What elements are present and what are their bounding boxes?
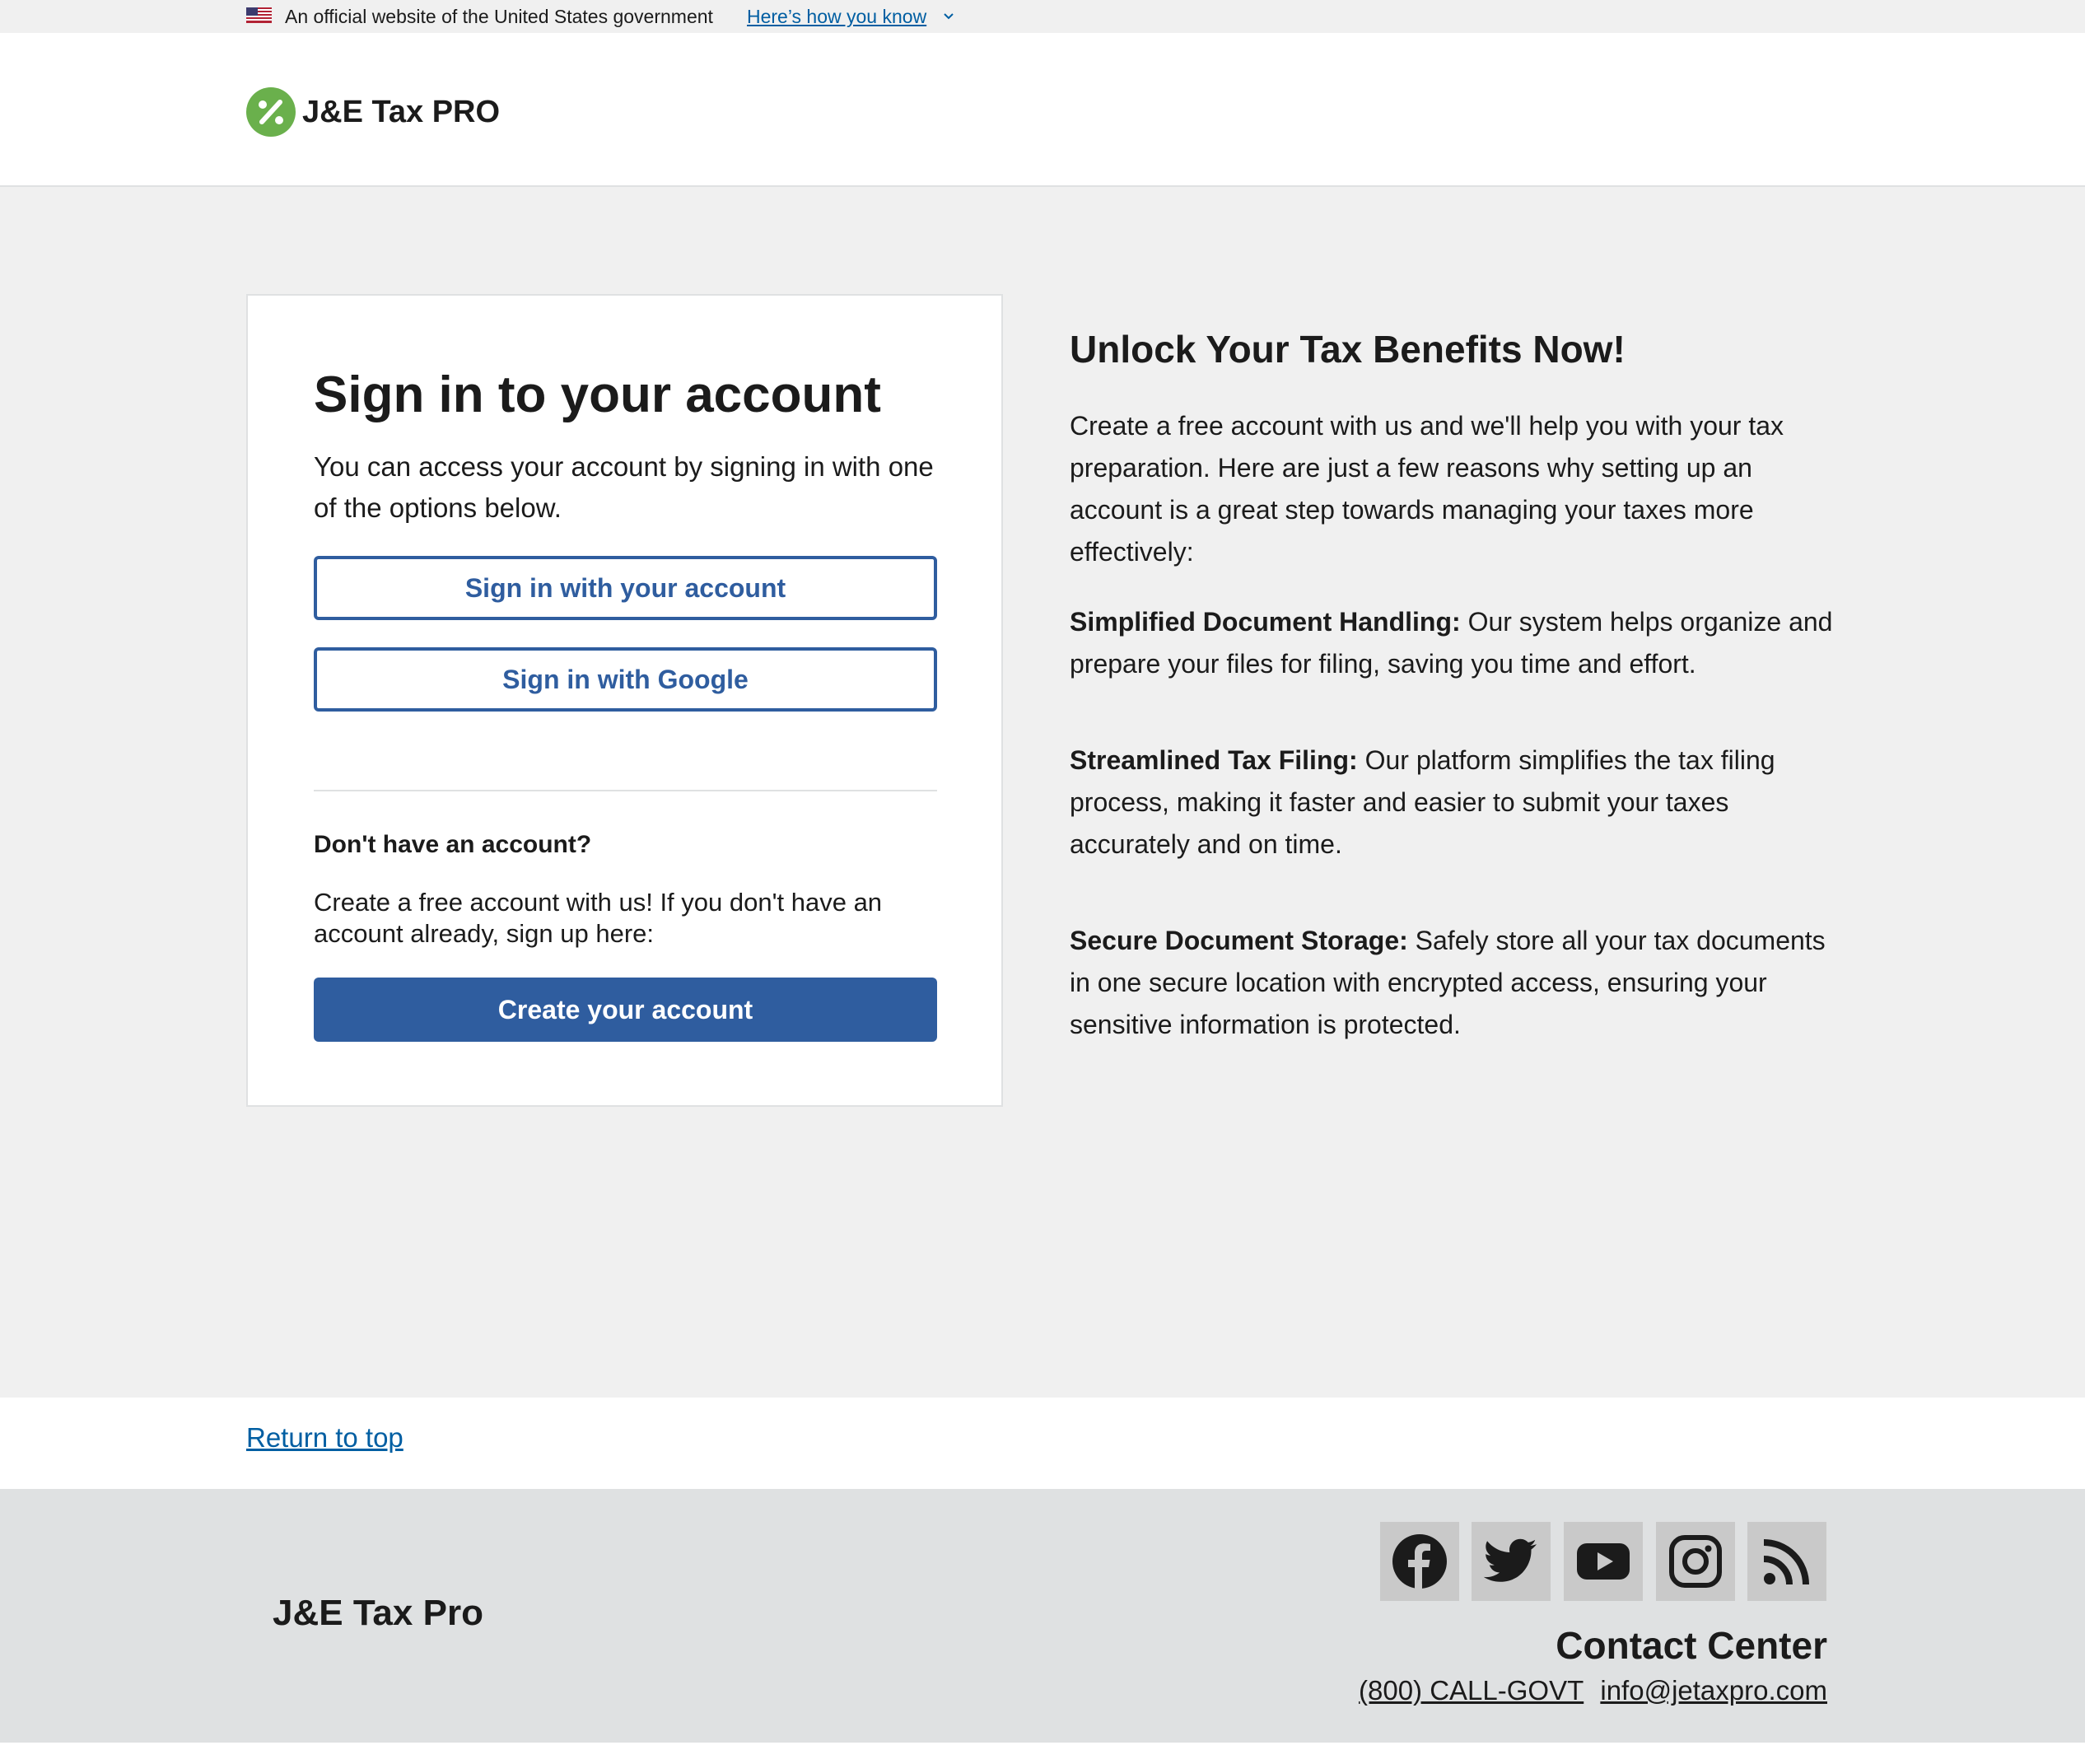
twitter-link[interactable] xyxy=(1472,1522,1551,1601)
return-to-top-band: Return to top xyxy=(0,1398,2085,1489)
logo-text[interactable]: J&E Tax PRO xyxy=(302,87,500,137)
benefit-title: Secure Document Storage: xyxy=(1070,926,1408,955)
rss-icon xyxy=(1763,1539,1809,1585)
youtube-icon xyxy=(1577,1543,1630,1580)
signin-google-button[interactable]: Sign in with Google xyxy=(314,647,937,712)
create-account-button[interactable]: Create your account xyxy=(314,978,937,1042)
rss-link[interactable] xyxy=(1747,1522,1826,1601)
benefit-item: Simplified Document Handling: Our system… xyxy=(1070,601,1835,685)
phone-link[interactable]: (800) CALL-GOVT xyxy=(1359,1675,1584,1706)
facebook-icon xyxy=(1392,1534,1447,1589)
youtube-link[interactable] xyxy=(1564,1522,1643,1601)
gov-banner: An official website of the United States… xyxy=(0,0,2085,33)
site-footer: J&E Tax Pro Contact Center (800) CALL-GO… xyxy=(0,1489,2085,1743)
contact-center-heading: Contact Center xyxy=(1556,1624,1827,1667)
signin-card: Sign in to your account You can access y… xyxy=(246,294,1003,1107)
logo-percent-icon[interactable] xyxy=(246,87,296,137)
official-site-text: An official website of the United States… xyxy=(285,6,713,27)
signup-text: Create a free account with us! If you do… xyxy=(314,888,883,948)
email-link[interactable]: info@jetaxpro.com xyxy=(1600,1675,1827,1706)
benefit-item: Secure Document Storage: Safely store al… xyxy=(1070,920,1835,1046)
main-content: Sign in to your account You can access y… xyxy=(0,187,2085,1398)
us-flag-icon xyxy=(246,7,272,23)
return-to-top-link[interactable]: Return to top xyxy=(246,1422,403,1454)
instagram-icon xyxy=(1669,1535,1722,1588)
benefit-title: Simplified Document Handling: xyxy=(1070,607,1461,637)
facebook-link[interactable] xyxy=(1380,1522,1459,1601)
twitter-icon xyxy=(1483,1538,1537,1582)
signin-intro: You can access your account by signing i… xyxy=(314,451,934,523)
signin-account-button[interactable]: Sign in with your account xyxy=(314,556,937,620)
benefits-title: Unlock Your Tax Benefits Now! xyxy=(1070,328,1626,371)
divider xyxy=(314,790,937,791)
how-you-know-link[interactable]: Here’s how you know xyxy=(747,0,926,33)
instagram-link[interactable] xyxy=(1656,1522,1735,1601)
benefits-lead: Create a free account with us and we'll … xyxy=(1070,411,1784,567)
no-account-heading: Don't have an account? xyxy=(314,831,592,858)
benefit-title: Streamlined Tax Filing: xyxy=(1070,745,1358,775)
site-header: J&E Tax PRO xyxy=(0,33,2085,187)
chevron-down-icon[interactable] xyxy=(942,11,955,22)
signin-title: Sign in to your account xyxy=(314,366,881,423)
benefit-item: Streamlined Tax Filing: Our platform sim… xyxy=(1070,740,1835,866)
footer-site-name: J&E Tax Pro xyxy=(273,1593,483,1633)
